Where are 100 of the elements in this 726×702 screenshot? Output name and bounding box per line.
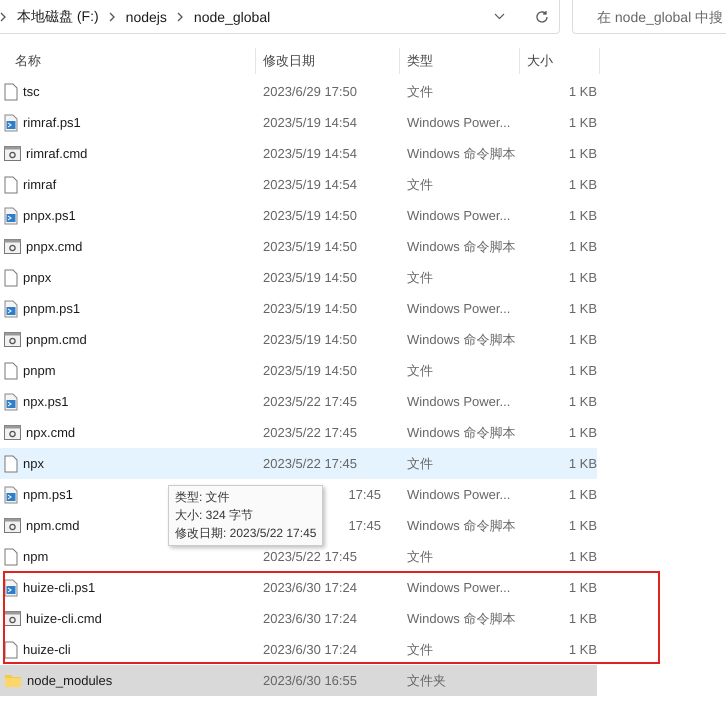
file-row[interactable]: node_modules 2023/6/30 16:55 文件夹 [0,665,597,696]
file-type: Windows 命令脚本 [406,238,516,256]
file-name: rimraf [23,177,56,192]
column-header[interactable]: 类型 [400,48,520,74]
file-type: 文件 [406,176,434,194]
file-row[interactable]: npx 2023/5/22 17:45 文件 1 KB [0,448,597,479]
file-size: 1 KB [568,642,597,657]
modified-date: 2023/5/19 14:50 [262,270,358,285]
file-size: 1 KB [568,332,597,347]
breadcrumb-item[interactable]: nodejs [126,8,167,24]
file-name: npm.ps1 [23,487,73,502]
file-name: pnpm.ps1 [23,301,80,316]
file-icon [4,176,18,194]
gear-window-icon [4,611,21,626]
file-size: 1 KB [568,208,597,223]
file-type: Windows Power... [406,580,512,595]
file-size: 1 KB [568,363,597,378]
gear-window-icon [4,518,21,533]
file-type: Windows Power... [406,487,512,502]
file-type: Windows 命令脚本 [406,424,516,442]
modified-date: 2023/5/22 17:45 [262,394,358,409]
file-name: pnpx.ps1 [23,208,76,223]
modified-date: 17:45 [347,487,382,502]
modified-date: 2023/6/30 17:24 [262,580,358,595]
file-type: Windows Power... [406,115,512,130]
file-size: 1 KB [568,611,597,626]
file-name: pnpx [23,270,52,285]
modified-date: 2023/5/19 14:54 [262,177,358,192]
file-type: 文件 [406,268,434,286]
modified-date: 2023/6/30 16:55 [262,673,358,688]
file-size: 1 KB [568,394,597,409]
file-type: 文件夹 [406,672,447,690]
modified-date: 2023/5/22 17:45 [262,456,358,471]
search-field[interactable]: 在 node_global 中搜 [597,8,726,24]
file-size: 1 KB [568,456,597,471]
column-header[interactable]: 大小 [520,48,600,74]
file-name: node_modules [27,673,112,688]
breadcrumb-item[interactable]: node_global [194,8,270,24]
column-header[interactable]: 名称 [0,48,256,74]
refresh-icon[interactable] [535,10,549,24]
file-size: 1 KB [568,270,597,285]
file-size: 1 KB [568,580,597,595]
dropdown-icon[interactable] [494,13,505,20]
file-size: 1 KB [568,239,597,254]
tooltip-line: 修改日期: 2023/5/22 17:45 [175,525,316,542]
modified-date: 2023/5/19 14:50 [262,332,358,347]
file-type: Windows 命令脚本 [406,516,516,534]
file-size: 1 KB [568,549,597,564]
file-type: 文件 [406,82,434,100]
file-name: pnpm.cmd [26,332,87,347]
file-name: huize-cli.cmd [26,611,102,626]
script-file-icon [4,300,18,318]
tooltip-line: 大小: 324 字节 [175,507,254,524]
modified-date: 2023/5/19 14:54 [262,146,358,161]
file-icon [4,362,18,380]
file-name: npx.ps1 [23,394,69,409]
file-size: 1 KB [568,84,597,99]
file-name: huize-cli.ps1 [23,580,96,595]
modified-date: 2023/6/29 17:50 [262,84,358,99]
file-icon [4,454,18,472]
column-header[interactable]: 修改日期 [256,48,400,74]
gear-window-icon [4,239,21,254]
file-size: 1 KB [568,146,597,161]
file-name: pnpm [23,363,56,378]
file-name: npx.cmd [26,425,76,440]
gear-window-icon [4,332,21,347]
file-name: npm [23,549,48,564]
file-type: 文件 [406,362,434,380]
file-icon [4,268,18,286]
modified-date: 2023/5/19 14:50 [262,239,358,254]
file-icon [4,548,18,566]
modified-date: 2023/5/22 17:45 [262,425,358,440]
folder-icon [4,673,22,688]
chevron-right-icon [176,12,184,22]
tooltip-line: 类型: 文件 [175,489,231,506]
script-file-icon [4,578,18,596]
file-icon [4,640,18,658]
file-icon [4,82,18,100]
script-file-icon [4,206,18,224]
file-name: huize-cli [23,642,71,657]
modified-date: 2023/5/19 14:50 [262,301,358,316]
file-name: tsc [23,84,40,99]
file-name: rimraf.cmd [26,146,88,161]
file-type: Windows Power... [406,394,512,409]
script-file-icon [4,392,18,410]
file-type: Windows 命令脚本 [406,330,516,348]
file-name: npm.cmd [26,518,80,533]
file-type: 文件 [406,548,434,566]
chevron-right-icon [108,12,116,22]
modified-date: 2023/5/19 14:54 [262,115,358,130]
file-type: Windows 命令脚本 [406,144,516,162]
script-file-icon [4,114,18,132]
file-type: 文件 [406,454,434,472]
file-type: Windows Power... [406,208,512,223]
address-bar[interactable]: 本地磁盘 (F:) nodejs node_global [0,0,560,34]
file-size: 1 KB [568,425,597,440]
file-size: 1 KB [568,518,597,533]
breadcrumb-item[interactable]: 本地磁盘 (F:) [17,8,99,26]
modified-date: 2023/6/30 17:24 [262,642,358,657]
file-type: Windows Power... [406,301,512,316]
